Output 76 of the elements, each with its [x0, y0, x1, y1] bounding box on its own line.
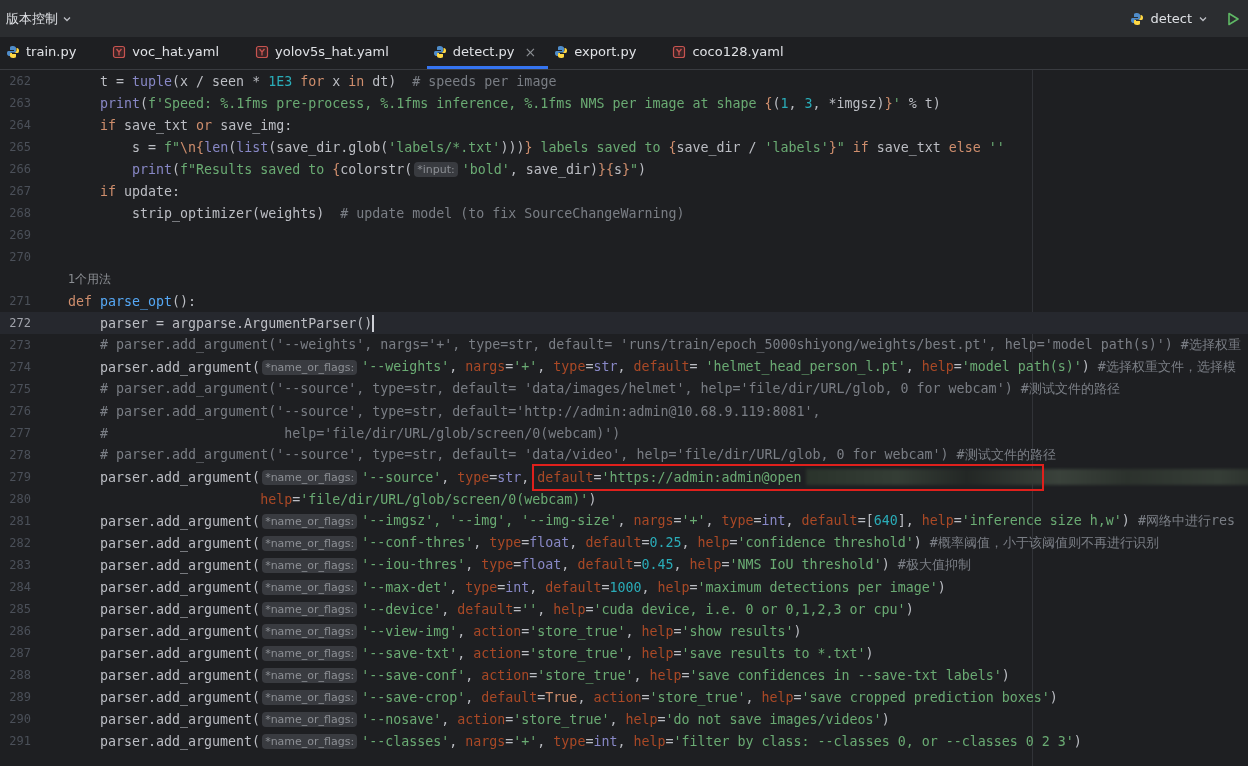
code-text: '--source', type=str, default='https://admin:admin@open	[361, 469, 802, 485]
python-icon	[432, 44, 447, 59]
close-tab-button[interactable]: ×	[524, 43, 537, 60]
code-text: print(f"Results saved to {colorstr(	[131, 161, 413, 177]
file-tab[interactable]: detect.py ×	[426, 37, 549, 69]
code-text: s = f"\n{len(list(save_dir.glob('labels/*.txt')))} labels saved to {save_dir / 'labels'}" if save_txt else ''	[131, 139, 1005, 155]
code-text: '--device', default='', help='cuda device, i.e. 0 or 0,1,2,3 or cpu')	[361, 601, 914, 617]
parameter-hint: *input:	[414, 161, 458, 177]
code-text: if update:	[99, 183, 181, 199]
code-text: '--nosave', action='store_true', help='do not save images/videos')	[361, 711, 890, 727]
yaml-file-icon	[255, 44, 269, 59]
code-text: '--iou-thres', type=float, default=0.45, help='NMS IoU threshold') #极大值抑制	[361, 556, 971, 574]
code-text: parser.add_argument(	[99, 733, 261, 749]
parameter-hint: *name_or_flags:	[262, 733, 358, 749]
code-text: help='file/dir/URL/glob/screen/0(webcam)')	[259, 491, 597, 507]
parameter-hint: *name_or_flags:	[262, 711, 358, 727]
code-text: '--save-crop', default=True, action='store_true', help='save cropped prediction boxes')	[361, 689, 1058, 705]
code-text: parser.add_argument(	[99, 601, 261, 617]
run-icon[interactable]	[1226, 11, 1240, 26]
parameter-hint: *name_or_flags:	[262, 359, 358, 375]
file-tab[interactable]: train.py	[0, 37, 107, 69]
run-configuration-menu[interactable]: detect	[1124, 7, 1214, 30]
code-text: strip_optimizer(weights) # update model (to fix SourceChangeWarning)	[131, 205, 685, 221]
code-text: t = tuple(x / seen * 1E3 for x in dt) # speeds per image	[99, 73, 557, 89]
parameter-hint: *name_or_flags:	[262, 601, 358, 617]
yaml-file-icon	[112, 44, 127, 59]
usage-hint[interactable]: 1个用法	[68, 271, 112, 287]
code-text: print(f'Speed: %.1fms pre-process, %.1fms inference, %.1fms NMS per image at shape {(1, 3, *imgsz)}' % t)	[99, 95, 941, 111]
code-text: '--weights', nargs='+', type=str, default= 'helmet_head_person_l.pt', help='model path(s)') #选择权重文件，选择模	[361, 358, 1236, 376]
code-text: parser.add_argument(	[99, 711, 261, 727]
code-text: '--save-txt', action='store_true', help='save results to *.txt')	[361, 645, 874, 661]
parameter-hint: *name_or_flags:	[262, 689, 358, 705]
python-icon	[554, 44, 569, 59]
code-text: def parse_opt():	[68, 293, 197, 309]
code-text: '--save-conf', action='store_true', help='save confidences in --save-txt labels')	[361, 667, 1010, 683]
yaml-file-icon	[672, 44, 687, 59]
code-text: '--max-det', type=int, default=1000, help='maximum detections per image')	[361, 579, 946, 595]
file-tab[interactable]: coco128.yaml	[666, 37, 814, 69]
code-text: '--imgsz', '--img', '--img-size', nargs='+', type=int, default=[640], help='inference size h,w') #网络中进行res	[361, 512, 1235, 530]
python-icon	[1130, 11, 1145, 26]
parameter-hint: *name_or_flags:	[262, 469, 358, 485]
file-tab[interactable]: yolov5s_hat.yaml	[249, 37, 419, 69]
file-tab[interactable]: voc_hat.yaml	[106, 37, 249, 69]
parameter-hint: *name_or_flags:	[262, 667, 358, 683]
code-text: parser.add_argument(	[99, 689, 261, 705]
code-text: # parser.add_argument('--weights', nargs='+', type=str, default= 'runs/train/epoch_5000shiyong/weights/best.pt', help='model path(s)') #选择权重	[99, 336, 1241, 354]
code-text: parser.add_argument(	[99, 535, 261, 551]
code-text: # parser.add_argument('--source', type=str, default='http://admin:admin@10.68.9.119:8081',	[99, 403, 821, 419]
parameter-hint: *name_or_flags:	[262, 557, 358, 573]
parameter-hint: *name_or_flags:	[262, 579, 358, 595]
python-icon	[6, 44, 20, 59]
code-text: parser.add_argument(	[99, 469, 261, 485]
code-text: 'bold', save_dir)}{s}")	[461, 161, 646, 177]
code-text: parser.add_argument(	[99, 667, 261, 683]
code-text: parser.add_argument(	[99, 359, 261, 375]
code-text: # parser.add_argument('--source', type=str, default= 'data/images/helmet', help='file/dir/URL/glob, 0 for webcam') #测试文件的路径	[99, 380, 1120, 398]
code-text: parser.add_argument(	[99, 645, 261, 661]
code-text: parser = argparse.ArgumentParser()	[99, 315, 373, 331]
code-text: '--conf-thres', type=float, default=0.25, help='confidence threshold') #概率阈值，小于该阈值则不再进行识别	[361, 534, 1159, 552]
code-text: parser.add_argument(	[99, 579, 261, 595]
code-text: parser.add_argument(	[99, 623, 261, 639]
version-control-menu[interactable]: 版本控制	[4, 5, 74, 32]
code-text: parser.add_argument(	[99, 513, 261, 529]
code-text: parser.add_argument(	[99, 557, 261, 573]
file-tab[interactable]: export.py	[548, 37, 667, 69]
parameter-hint: *name_or_flags:	[262, 645, 358, 661]
line-number: 272	[8, 316, 31, 330]
code-text: '--classes', nargs='+', type=int, help='filter by class: --classes 0, or --classes 0 2 3')	[361, 733, 1082, 749]
parameter-hint: *name_or_flags:	[262, 535, 358, 551]
parameter-hint: *name_or_flags:	[262, 513, 358, 529]
text-cursor	[372, 314, 375, 332]
code-text: # help='file/dir/URL/glob/screen/0(webcam)')	[99, 425, 621, 441]
code-text: # parser.add_argument('--source', type=str, default= 'data/video', help='file/dir/URL/glob, 0 for webcam') #测试文件的路径	[99, 446, 1056, 464]
code-text: '--view-img', action='store_true', help='show results')	[361, 623, 802, 639]
code-text: if save_txt or save_img:	[99, 117, 293, 133]
parameter-hint: *name_or_flags:	[262, 623, 358, 639]
